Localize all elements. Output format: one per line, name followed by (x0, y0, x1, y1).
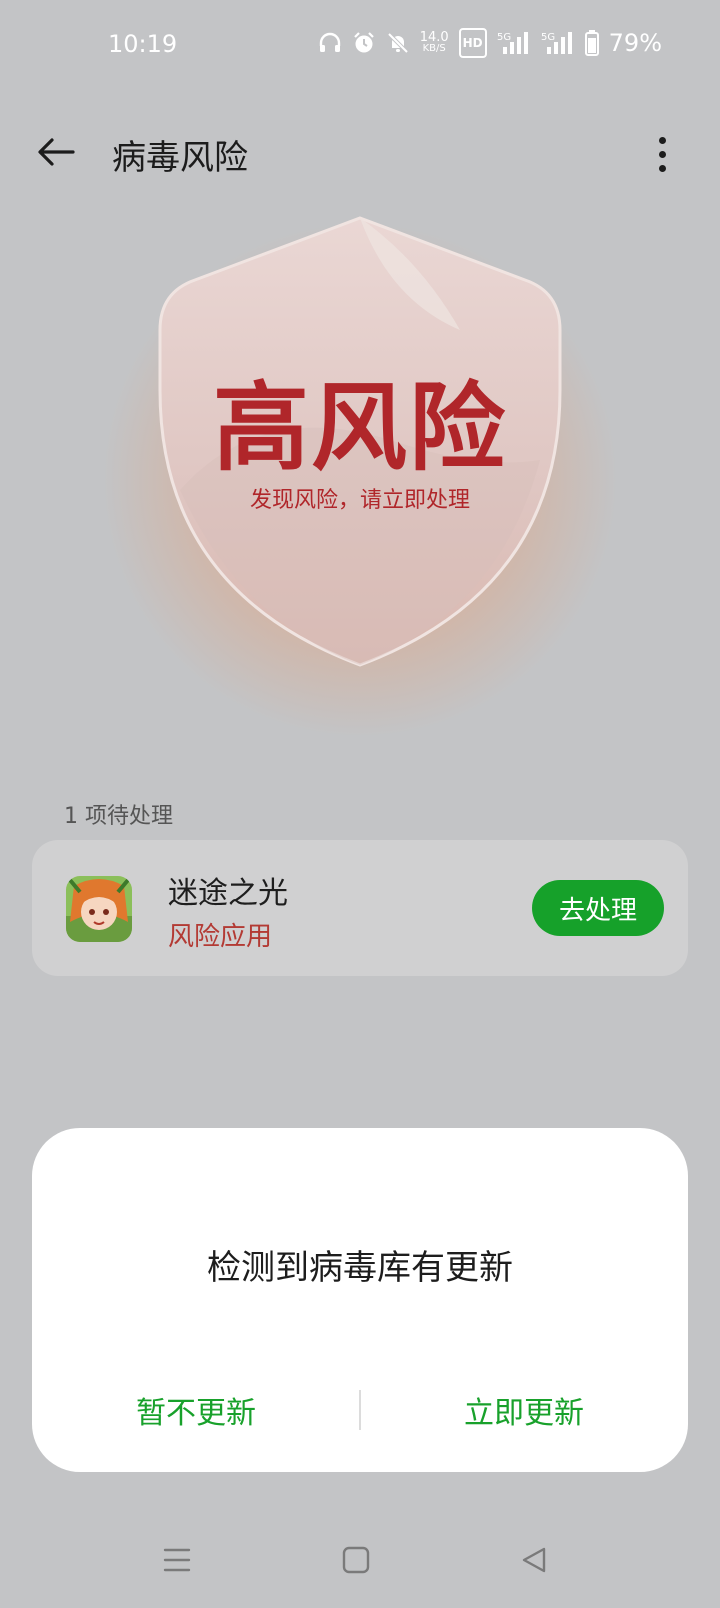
home-button[interactable] (336, 1542, 376, 1582)
signal-5g-2-icon: 5G (541, 28, 575, 58)
net-speed-value: 14.0 (419, 30, 449, 45)
recent-apps-button[interactable] (157, 1542, 197, 1582)
update-dialog: 检测到病毒库有更新 暂不更新 立即更新 (32, 1128, 688, 1472)
risk-subtitle: 发现风险，请立即处理 (249, 488, 470, 513)
net-speed-unit: KB/S (422, 43, 446, 54)
menu-icon (163, 1547, 191, 1577)
mute-bell-icon (386, 28, 410, 58)
signal-5g-2-label: 5G (541, 32, 555, 43)
app-avatar-icon (66, 876, 132, 942)
more-vertical-icon (658, 136, 666, 144)
screen: 10:19 14.0 KB/S HD 5G 5G 79% 病毒风险 高风险 发现… (0, 0, 720, 1608)
back-triangle-icon (520, 1546, 548, 1578)
dialog-message: 检测到病毒库有更新 (207, 1248, 513, 1288)
handle-button[interactable]: 去处理 (532, 880, 664, 936)
signal-5g-icon: 5G (497, 28, 531, 58)
risk-level-label: 高风险 (213, 372, 507, 484)
alarm-icon (352, 28, 376, 58)
pending-count: 1 项待处理 (64, 804, 173, 829)
battery-icon (584, 28, 599, 58)
nav-back-button[interactable] (514, 1542, 554, 1582)
status-bar: 10:19 14.0 KB/S HD 5G 5G 79% (0, 0, 720, 92)
status-icons: 14.0 KB/S HD 5G 5G 79% (318, 28, 662, 58)
signal-5g-label: 5G (497, 32, 511, 43)
navigation-bar (0, 1532, 720, 1598)
hd-icon: HD (458, 28, 487, 58)
risk-app-card[interactable]: 迷途之光 风险应用 去处理 (32, 840, 688, 976)
status-time: 10:19 (108, 30, 178, 58)
app-name: 迷途之光 (168, 876, 288, 911)
risk-shield: 高风险 发现风险，请立即处理 (60, 160, 660, 760)
network-speed: 14.0 KB/S (420, 28, 449, 58)
skip-update-button[interactable]: 暂不更新 (32, 1382, 360, 1438)
home-square-icon (342, 1546, 370, 1578)
battery-percent: 79% (608, 29, 662, 57)
update-now-button[interactable]: 立即更新 (360, 1382, 688, 1438)
headphones-icon (318, 28, 342, 58)
more-dot (658, 150, 666, 158)
dialog-actions: 暂不更新 立即更新 (32, 1382, 688, 1438)
app-risk-status: 风险应用 (168, 922, 273, 952)
